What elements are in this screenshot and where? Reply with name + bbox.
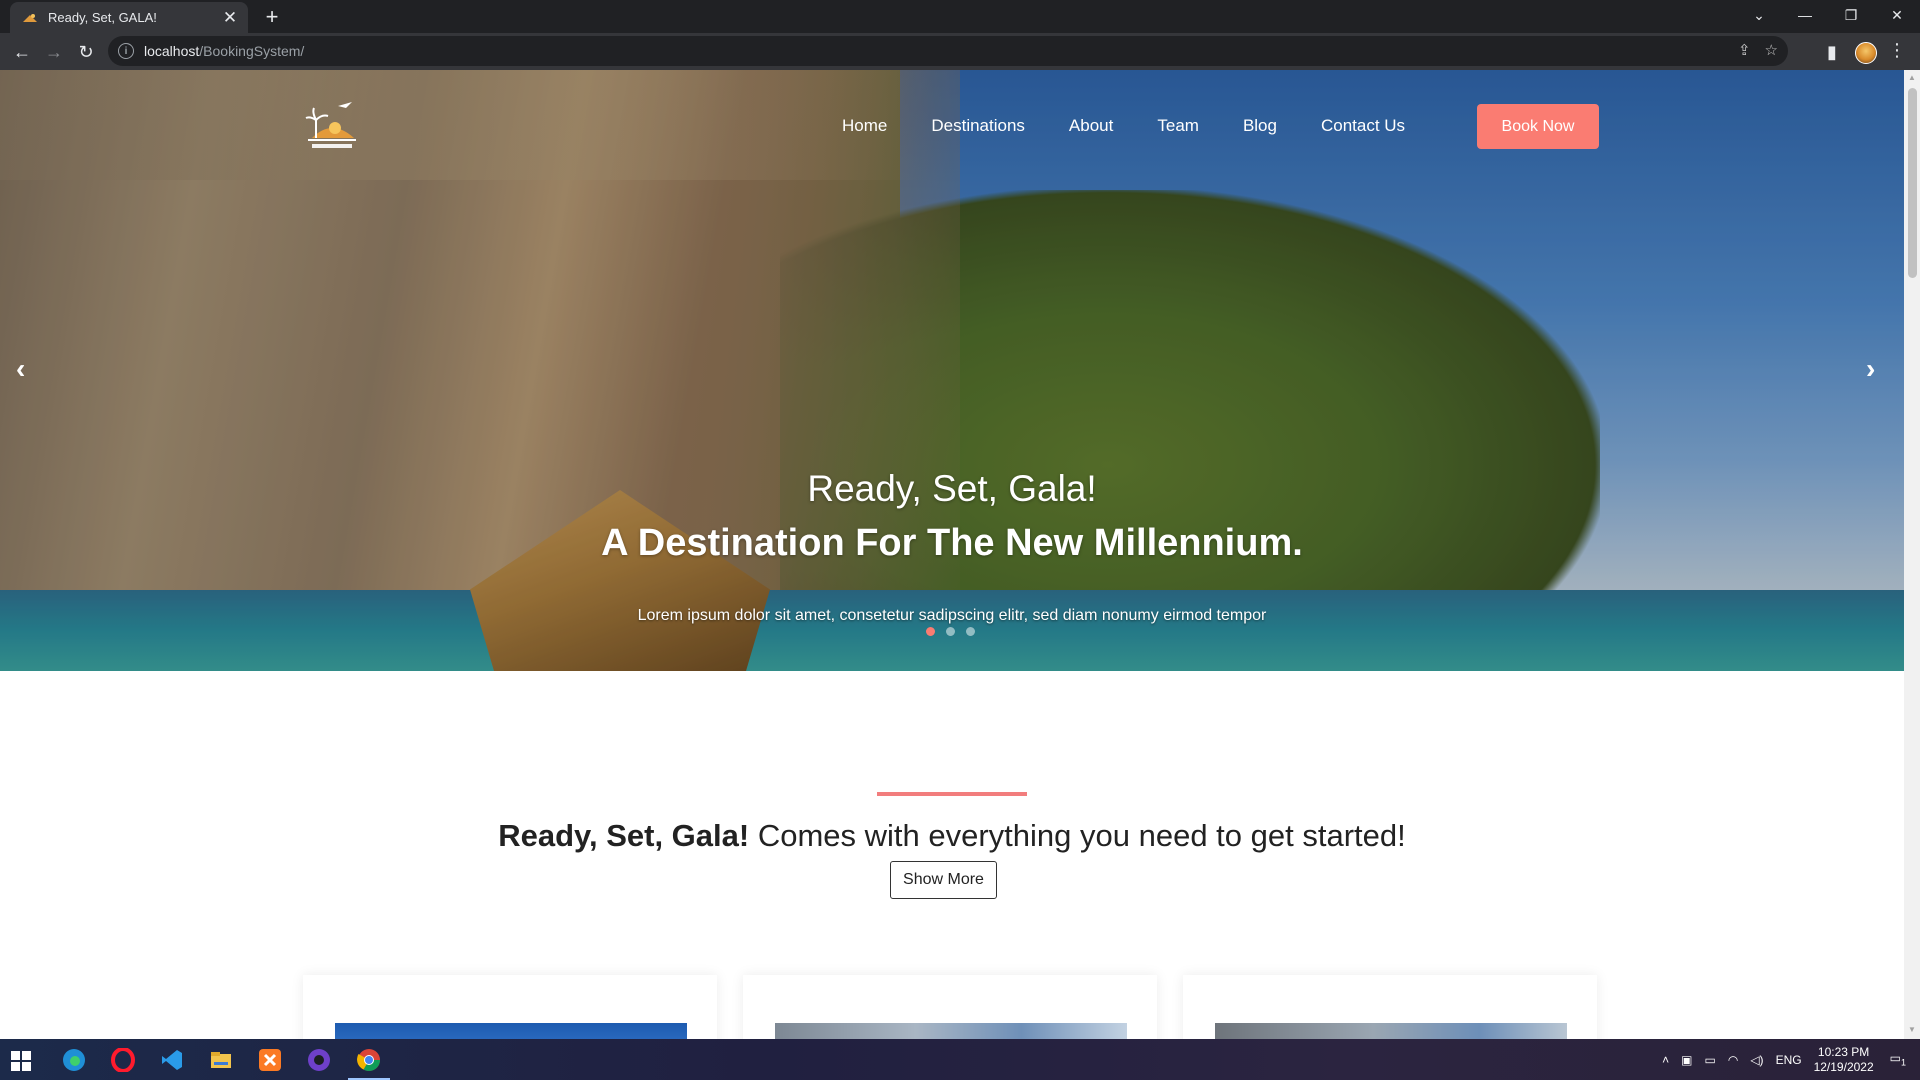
carousel-next-icon[interactable]: › <box>1866 355 1875 383</box>
edge-icon[interactable] <box>61 1047 87 1073</box>
notification-count: 1 <box>1900 1057 1906 1068</box>
side-panel-icon[interactable]: ▮ <box>1818 38 1846 66</box>
feature-card-image <box>775 1023 1127 1039</box>
system-tray: ˄ ▣ ▭ ◠ ◁) ENG 10:23 PM 12/19/2022 ▭1 <box>1662 1039 1920 1080</box>
tray-device-icon[interactable]: ▣ <box>1681 1053 1692 1067</box>
site-favicon-icon <box>23 13 37 22</box>
battery-icon[interactable]: ▭ <box>1705 1053 1716 1067</box>
xampp-icon[interactable] <box>257 1047 283 1073</box>
restore-icon[interactable]: ❐ <box>1828 0 1874 30</box>
input-language[interactable]: ENG <box>1776 1053 1802 1067</box>
github-desktop-icon[interactable] <box>306 1047 332 1073</box>
nav-about[interactable]: About <box>1069 116 1113 136</box>
feature-card-image <box>335 1023 687 1039</box>
carousel-dot-2[interactable] <box>946 627 955 636</box>
clock-date: 12/19/2022 <box>1813 1059 1874 1074</box>
system-clock[interactable]: 10:23 PM 12/19/2022 <box>1814 1045 1874 1075</box>
profile-avatar[interactable] <box>1855 42 1877 64</box>
header-blur <box>0 70 930 180</box>
bookmark-star-icon[interactable]: ☆ <box>1765 41 1778 59</box>
windows-start-icon[interactable] <box>11 1051 31 1071</box>
new-tab-button[interactable]: + <box>260 5 284 29</box>
page-viewport: Home Destinations About Team Blog Contac… <box>0 70 1904 1039</box>
nav-blog[interactable]: Blog <box>1243 116 1277 136</box>
back-icon[interactable]: ← <box>8 38 36 66</box>
close-window-icon[interactable]: ✕ <box>1874 0 1920 30</box>
section-title: Ready, Set, Gala! Comes with everything … <box>0 818 1904 854</box>
carousel-dot-1[interactable] <box>926 627 935 636</box>
feature-card[interactable] <box>743 975 1157 1039</box>
carousel-prev-icon[interactable]: ‹ <box>16 355 25 383</box>
tray-overflow-icon[interactable]: ˄ <box>1662 1053 1669 1067</box>
wifi-icon[interactable]: ◠ <box>1728 1053 1738 1067</box>
hero-description: Lorem ipsum dolor sit amet, consetetur s… <box>637 607 1267 624</box>
hero-carousel: Home Destinations About Team Blog Contac… <box>0 70 1904 671</box>
forward-icon[interactable]: → <box>40 38 68 66</box>
volume-icon[interactable]: ◁) <box>1750 1053 1763 1067</box>
show-more-button[interactable]: Show More <box>890 861 997 899</box>
site-info-icon[interactable]: i <box>118 43 134 59</box>
tab-title: Ready, Set, GALA! <box>48 10 157 25</box>
tab-search-icon[interactable]: ⌄ <box>1736 0 1782 30</box>
chrome-icon[interactable] <box>348 1047 390 1080</box>
section-accent-line <box>877 792 1027 796</box>
clock-time: 10:23 PM <box>1817 1044 1870 1059</box>
tab-close-icon[interactable]: ✕ <box>222 9 238 26</box>
nav-destinations[interactable]: Destinations <box>931 116 1025 136</box>
nav-contact-us[interactable]: Contact Us <box>1321 116 1405 136</box>
book-now-button[interactable]: Book Now <box>1477 104 1599 149</box>
section-title-bold: Ready, Set, Gala! <box>498 818 750 853</box>
url-host: localhost <box>144 43 200 59</box>
notification-center-icon[interactable]: ▭1 <box>1890 1051 1906 1067</box>
hero-title: Ready, Set, Gala! <box>807 468 1097 509</box>
scrollbar-thumb[interactable] <box>1908 88 1917 278</box>
browser-toolbar: ← → ↻ i localhost/BookingSystem/ ⇪ ☆ ▮ <box>0 33 1920 70</box>
main-nav: Home Destinations About Team Blog Contac… <box>842 116 1449 136</box>
vscode-icon[interactable] <box>159 1047 185 1073</box>
scroll-down-icon[interactable]: ▼ <box>1908 1025 1916 1034</box>
address-bar[interactable]: i localhost/BookingSystem/ ⇪ ☆ <box>108 36 1788 66</box>
nav-home[interactable]: Home <box>842 116 887 136</box>
site-logo-icon[interactable] <box>302 100 362 154</box>
browser-tab-bar: Ready, Set, GALA! ✕ + ⌄ — ❐ ✕ <box>0 0 1920 33</box>
nav-team[interactable]: Team <box>1157 116 1199 136</box>
minimize-icon[interactable]: — <box>1782 0 1828 30</box>
reload-icon[interactable]: ↻ <box>72 38 100 66</box>
feature-card[interactable] <box>1183 975 1597 1039</box>
url-path: /BookingSystem/ <box>199 43 305 59</box>
browser-menu-icon[interactable]: ⋮ <box>1888 40 1906 60</box>
page-scrollbar[interactable]: ▲ ▼ <box>1904 70 1920 1039</box>
carousel-indicators <box>926 627 975 636</box>
carousel-dot-3[interactable] <box>966 627 975 636</box>
browser-tab[interactable]: Ready, Set, GALA! ✕ <box>10 2 248 33</box>
file-explorer-icon[interactable] <box>208 1047 234 1073</box>
feature-card-image <box>1215 1023 1567 1039</box>
scroll-up-icon[interactable]: ▲ <box>1908 73 1916 82</box>
hero-subtitle: A Destination For The New Millennium. <box>601 522 1303 564</box>
opera-icon[interactable] <box>110 1047 136 1073</box>
os-taskbar: ˄ ▣ ▭ ◠ ◁) ENG 10:23 PM 12/19/2022 ▭1 <box>0 1039 1920 1080</box>
window-controls: ⌄ — ❐ ✕ <box>1736 0 1920 33</box>
share-icon[interactable]: ⇪ <box>1738 41 1751 59</box>
section-title-rest: Comes with everything you need to get st… <box>749 818 1406 853</box>
feature-card[interactable] <box>303 975 717 1039</box>
